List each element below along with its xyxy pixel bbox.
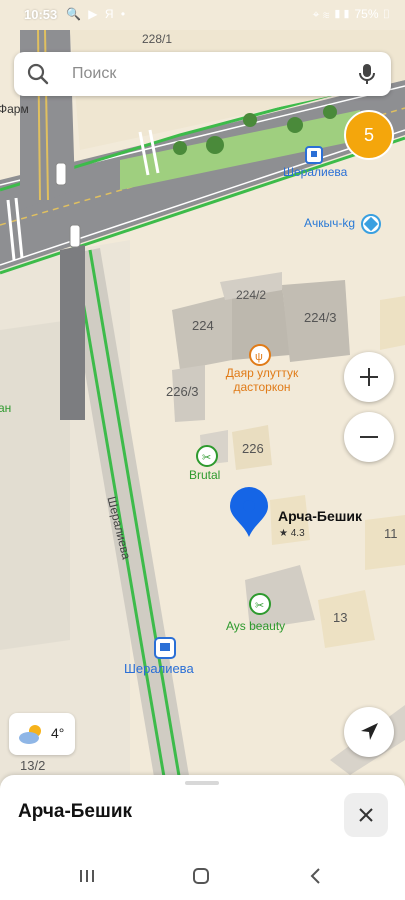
map-label-226: 226 [242, 441, 264, 456]
home-icon [193, 868, 209, 884]
map-label-13: 13 [333, 610, 348, 625]
minus-icon [360, 436, 378, 438]
status-right: ⌖ ≋ ▮▮ 75% ▯ [313, 7, 391, 22]
map-label-224: 224 [192, 318, 214, 333]
map-label-brutal[interactable]: Brutal [189, 468, 220, 482]
map-label-left-partial: ан [0, 401, 12, 415]
back-button[interactable] [295, 862, 335, 890]
status-time: 10:53 [24, 7, 58, 22]
selected-place-rating: ★ 4.3 [279, 528, 305, 539]
back-icon [310, 868, 320, 884]
weather-widget[interactable]: 4° [9, 713, 75, 755]
wifi-icon: ≋ [322, 7, 330, 21]
svg-text:✂: ✂ [202, 452, 211, 464]
dayar-line-2: дасторкон [233, 380, 291, 394]
zoom-out-button[interactable] [344, 412, 394, 462]
map-label-dayar[interactable]: Даяр улуттук дасторкон [222, 366, 302, 394]
close-icon [359, 808, 373, 822]
search-placeholder: Поиск [72, 65, 117, 82]
map-label-stop-bottom[interactable]: Шералиева [124, 661, 194, 676]
my-location-button[interactable] [344, 707, 394, 757]
map-label-224-3: 224/3 [304, 310, 337, 325]
map-label-pharmacy: Фарм [0, 102, 29, 116]
system-nav-bar [0, 848, 405, 900]
battery-level: 75% [354, 7, 379, 21]
sheet-title: Арча-Бешик [18, 801, 133, 822]
close-button[interactable] [344, 793, 388, 837]
poi-count-badge[interactable]: 5 [344, 110, 394, 160]
signal-icon: ▮▮ [332, 7, 352, 21]
weather-temperature: 4° [51, 725, 65, 741]
map-label-226-3: 226/3 [166, 384, 199, 399]
map-label-224-2: 224/2 [236, 288, 267, 302]
battery-icon: ▯ [381, 7, 391, 21]
search-bar[interactable]: Поиск [14, 52, 391, 96]
home-button[interactable] [181, 862, 221, 890]
map-label-stop-top[interactable]: Шералиева [283, 165, 347, 179]
recents-icon [80, 870, 94, 882]
svg-text:✂: ✂ [255, 600, 264, 612]
map-label-11: 11 [384, 526, 398, 541]
zoom-in-button[interactable] [344, 352, 394, 402]
map-label-228-1: 228/1 [142, 32, 173, 46]
selected-place-label[interactable]: Арча-Бешик [278, 508, 362, 524]
plus-icon [360, 368, 378, 386]
location-icon: ⌖ [312, 7, 320, 21]
map-label-ays-beauty[interactable]: Ays beauty [226, 619, 285, 633]
dayar-line-1: Даяр улуттук [225, 366, 299, 380]
partly-cloudy-icon [19, 725, 41, 744]
sheet-drag-handle[interactable] [185, 781, 219, 785]
svg-text:ψ: ψ [255, 351, 263, 363]
microphone-icon[interactable] [355, 62, 379, 91]
search-icon [26, 62, 50, 91]
status-notification-icons: 🔍 ▶ Я • [66, 7, 128, 21]
status-bar: 10:53 🔍 ▶ Я • ⌖ ≋ ▮▮ 75% ▯ [0, 0, 405, 30]
map-label-13-2: 13/2 [20, 758, 46, 773]
navigation-arrow-icon [361, 723, 378, 740]
map-label-achkych[interactable]: Ачкыч-kg [304, 216, 355, 230]
recent-apps-button[interactable] [67, 862, 107, 890]
